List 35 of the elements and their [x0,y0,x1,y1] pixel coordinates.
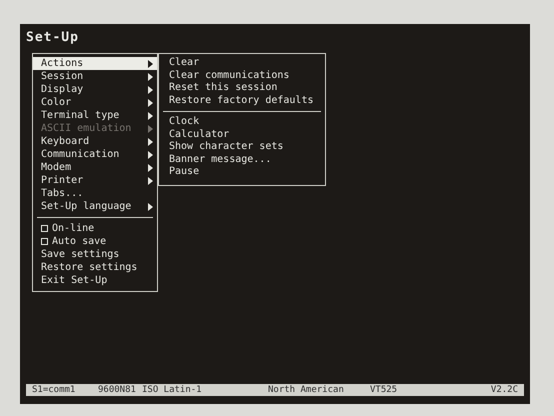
menu-item[interactable]: Communication [33,148,157,161]
menu-item[interactable]: Calculator [159,128,325,141]
menu-item[interactable]: On-line [33,222,157,235]
menu-item[interactable]: Auto save [33,235,157,248]
menu-item[interactable]: Session [33,70,157,83]
menu-item[interactable]: Clear communications [159,70,325,82]
menu-item[interactable]: Modem [33,161,157,174]
menu-item[interactable]: Keyboard [33,135,157,148]
screen-title: Set-Up [26,30,79,45]
menu-item[interactable]: Set-Up language [33,200,157,213]
menu-item[interactable]: Actions [33,57,157,70]
menu-item[interactable]: Printer [33,174,157,187]
menu-item[interactable]: Tabs... [33,187,157,200]
menu-item[interactable]: Save settings [33,248,157,261]
status-text: North American [268,385,345,395]
arrow-icon [148,202,153,210]
checkbox[interactable] [41,238,48,245]
menu-item[interactable]: Restore settings [33,261,157,274]
menu-item[interactable]: Restore factory defaults [159,94,325,107]
status-text: VT525 [370,385,398,395]
menu-item[interactable]: Display [33,83,157,96]
checkbox[interactable] [41,225,48,232]
menu-item[interactable]: Terminal type [33,109,157,122]
menu-item[interactable]: Show character sets [159,141,325,154]
status-text: 9600N81 [98,385,137,395]
menu-item[interactable]: Clear [159,57,325,70]
status-text: ISO Latin-1 [142,385,203,395]
menu-item[interactable]: Exit Set-Up [33,274,157,287]
menu-item[interactable]: Clock [159,116,325,128]
menu-item[interactable]: Pause [159,166,325,178]
menu-item[interactable]: Reset this session [159,82,325,94]
menu-item[interactable]: Color [33,96,157,109]
status-text: V2.2C [490,385,518,395]
status-text: S1=comm1 [32,385,76,395]
menu-item[interactable]: Banner message... [159,154,325,166]
